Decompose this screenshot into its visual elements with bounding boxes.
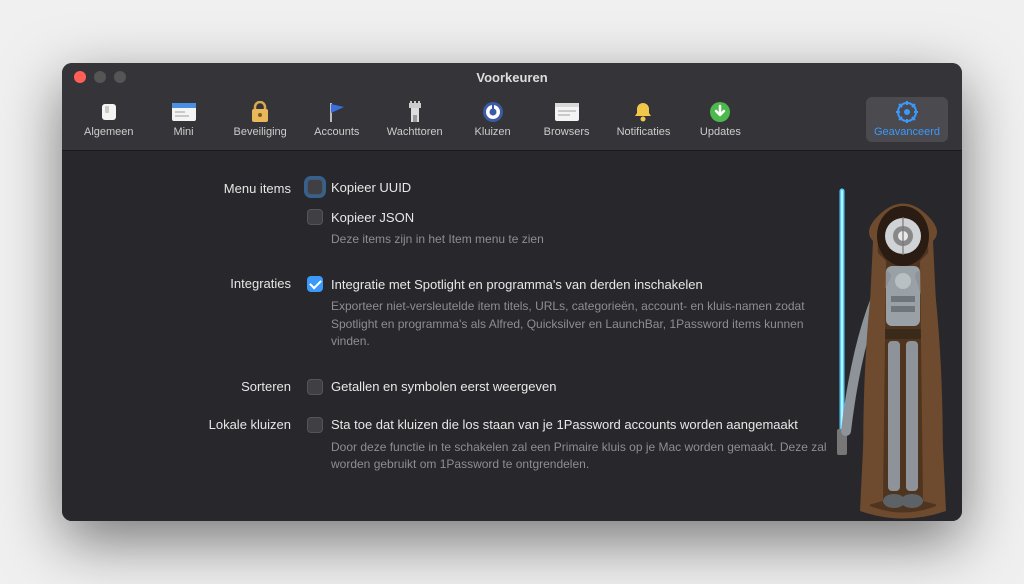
copy-json-label: Kopieer JSON (331, 210, 414, 225)
spotlight-integration-checkbox[interactable] (307, 276, 323, 292)
tab-general[interactable]: Algemeen (76, 97, 142, 142)
tab-label: Mini (173, 126, 193, 138)
tab-browsers[interactable]: Browsers (535, 97, 599, 142)
lock-icon (247, 101, 273, 123)
bell-icon (630, 101, 656, 123)
preferences-window: Voorkeuren Algemeen Mini Beveiliging A (62, 63, 962, 521)
local-vaults-label: Lokale kluizen (62, 415, 307, 432)
tab-accounts[interactable]: Accounts (305, 97, 369, 142)
tab-watchtower[interactable]: Wachttoren (379, 97, 451, 142)
tab-label: Beveiliging (234, 126, 287, 138)
tab-vaults[interactable]: Kluizen (461, 97, 525, 142)
tab-updates[interactable]: Updates (688, 97, 752, 142)
download-icon (707, 101, 733, 123)
tab-label: Notificaties (617, 126, 671, 138)
sorting-label: Sorteren (62, 377, 307, 394)
gear-icon (894, 101, 920, 123)
tab-label: Kluizen (475, 126, 511, 138)
allow-standalone-vaults-checkbox[interactable] (307, 417, 323, 433)
menu-items-help: Deze items zijn in het Item menu te zien (307, 227, 827, 256)
flag-icon (324, 101, 350, 123)
numbers-first-label: Getallen en symbolen eerst weergeven (331, 379, 556, 394)
tab-label: Updates (700, 126, 741, 138)
vault-icon (480, 101, 506, 123)
tab-notifications[interactable]: Notificaties (609, 97, 679, 142)
zoom-window-button[interactable] (114, 71, 126, 83)
tower-icon (402, 101, 428, 123)
close-window-button[interactable] (74, 71, 86, 83)
copy-json-checkbox[interactable] (307, 209, 323, 225)
tab-label: Wachttoren (387, 126, 443, 138)
browser-icon (554, 101, 580, 123)
tab-label: Accounts (314, 126, 359, 138)
titlebar: Voorkeuren (62, 63, 962, 91)
window-title: Voorkeuren (476, 70, 547, 85)
switch-icon (96, 101, 122, 123)
copy-uuid-label: Kopieer UUID (331, 180, 411, 195)
mini-icon (171, 101, 197, 123)
spotlight-integration-label: Integratie met Spotlight en programma's … (331, 277, 703, 292)
integrations-label: Integraties (62, 274, 307, 291)
tab-advanced[interactable]: Geavanceerd (866, 97, 948, 142)
tab-mini[interactable]: Mini (152, 97, 216, 142)
preferences-toolbar: Algemeen Mini Beveiliging Accounts Wacht (62, 91, 962, 151)
copy-uuid-checkbox[interactable] (307, 179, 323, 195)
integrations-help: Exporteer niet-versleutelde item titels,… (307, 294, 827, 358)
numbers-first-checkbox[interactable] (307, 379, 323, 395)
menu-items-label: Menu items (62, 177, 307, 196)
tab-label: Algemeen (84, 126, 134, 138)
traffic-lights (74, 71, 126, 83)
tab-label: Geavanceerd (874, 126, 940, 138)
advanced-pane: Menu items Kopieer UUID Kopieer JSON Dez… (62, 151, 962, 521)
local-vaults-help: Door deze functie in te schakelen zal ee… (307, 435, 827, 482)
minimize-window-button[interactable] (94, 71, 106, 83)
allow-standalone-vaults-label: Sta toe dat kluizen die los staan van je… (331, 417, 798, 432)
tab-label: Browsers (544, 126, 590, 138)
tab-security[interactable]: Beveiliging (226, 97, 295, 142)
